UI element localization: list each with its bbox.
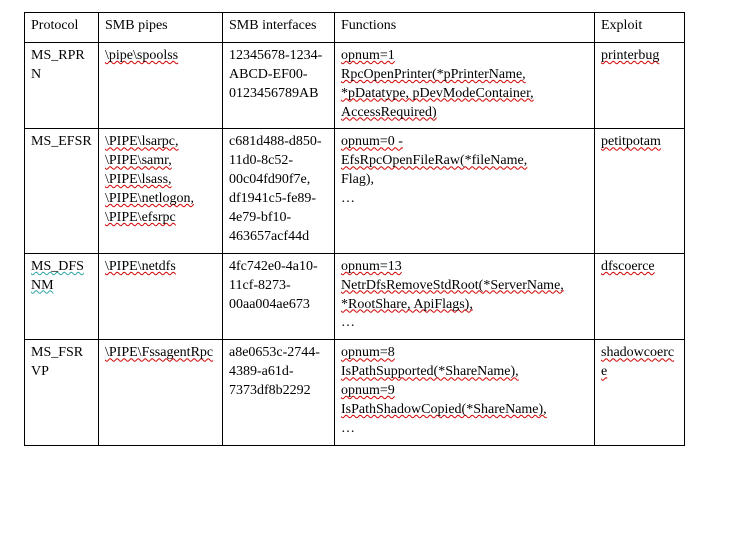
cell-funcs: opnum=1 RpcOpenPrinter(*pPrinterName, *p… (335, 42, 595, 129)
col-exploit: Exploit (595, 13, 685, 43)
col-smb-interfaces: SMB interfaces (223, 13, 335, 43)
table-row: MS_FSRVP \PIPE\FssagentRpc a8e0653c-2744… (25, 340, 685, 445)
col-smb-pipes: SMB pipes (99, 13, 223, 43)
cell-protocol: MS_RPRN (25, 42, 99, 129)
cell-ifaces: 4fc742e0-4a10-11cf-8273-00aa004ae673 (223, 253, 335, 340)
protocol-table: Protocol SMB pipes SMB interfaces Functi… (24, 12, 685, 446)
cell-pipes: \PIPE\lsarpc, \PIPE\samr, \PIPE\lsass, \… (99, 129, 223, 253)
cell-ifaces: 12345678-1234-ABCD-EF00-0123456789AB (223, 42, 335, 129)
cell-exploit: printerbug (595, 42, 685, 129)
col-protocol: Protocol (25, 13, 99, 43)
cell-protocol: MS_DFSNM (25, 253, 99, 340)
cell-exploit: shadowcoerce (595, 340, 685, 445)
cell-funcs: opnum=0 - EfsRpcOpenFileRaw(*fileName, F… (335, 129, 595, 253)
cell-pipes: \PIPE\FssagentRpc (99, 340, 223, 445)
cell-exploit: petitpotam (595, 129, 685, 253)
col-functions: Functions (335, 13, 595, 43)
table-row: MS_RPRN \pipe\spoolss 12345678-1234-ABCD… (25, 42, 685, 129)
cell-protocol: MS_FSRVP (25, 340, 99, 445)
table-header-row: Protocol SMB pipes SMB interfaces Functi… (25, 13, 685, 43)
cell-exploit: dfscoerce (595, 253, 685, 340)
cell-funcs: opnum=13 NetrDfsRemoveStdRoot(*ServerNam… (335, 253, 595, 340)
table-row: MS_EFSR \PIPE\lsarpc, \PIPE\samr, \PIPE\… (25, 129, 685, 253)
document-page: Protocol SMB pipes SMB interfaces Functi… (0, 0, 690, 466)
table-row: MS_DFSNM \PIPE\netdfs 4fc742e0-4a10-11cf… (25, 253, 685, 340)
cell-ifaces: c681d488-d850-11d0-8c52-00c04fd90f7e, df… (223, 129, 335, 253)
cell-protocol: MS_EFSR (25, 129, 99, 253)
cell-pipes: \PIPE\netdfs (99, 253, 223, 340)
cell-funcs: opnum=8 IsPathSupported(*ShareName), opn… (335, 340, 595, 445)
cell-pipes: \pipe\spoolss (99, 42, 223, 129)
cell-ifaces: a8e0653c-2744-4389-a61d-7373df8b2292 (223, 340, 335, 445)
